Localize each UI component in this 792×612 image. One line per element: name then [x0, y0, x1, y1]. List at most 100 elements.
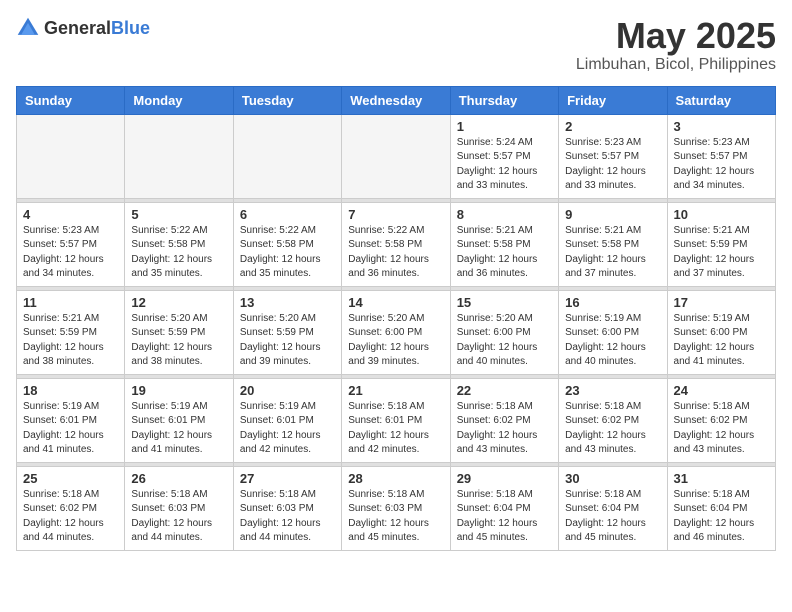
calendar-cell	[17, 114, 125, 198]
day-info: Sunrise: 5:24 AM Sunset: 5:57 PM Dayligh…	[457, 136, 552, 194]
day-number: 31	[674, 471, 769, 486]
calendar-header-row: SundayMondayTuesdayWednesdayThursdayFrid…	[17, 86, 776, 114]
calendar-cell: 10Sunrise: 5:21 AM Sunset: 5:59 PM Dayli…	[667, 202, 775, 286]
day-info: Sunrise: 5:20 AM Sunset: 6:00 PM Dayligh…	[457, 312, 552, 370]
calendar-cell: 8 Sunrise: 5:21 AM Sunset: 5:58 PM Daylig…	[450, 202, 558, 286]
calendar-cell: 28 Sunrise: 5:18 AM Sunset: 6:03 PM Dayli…	[342, 466, 450, 550]
location-title: Limbuhan, Bicol, Philippines	[576, 56, 776, 74]
calendar-cell: 17 Sunrise: 5:19 AM Sunset: 6:00 PM Dayli…	[667, 290, 775, 374]
day-info: Sunrise: 5:18 AM Sunset: 6:03 PM Dayligh…	[240, 488, 335, 546]
day-info: Sunrise: 5:19 AM Sunset: 6:00 PM Dayligh…	[674, 312, 769, 370]
day-number: 22	[457, 383, 552, 398]
calendar-cell: 31 Sunrise: 5:18 AM Sunset: 6:04 PM Dayli…	[667, 466, 775, 550]
day-number: 24	[674, 383, 769, 398]
calendar-cell: 1 Sunrise: 5:24 AM Sunset: 5:57 PM Daylig…	[450, 114, 558, 198]
day-number: 13	[240, 295, 335, 310]
calendar-day-header: Sunday	[17, 86, 125, 114]
calendar-cell: 27 Sunrise: 5:18 AM Sunset: 6:03 PM Dayli…	[233, 466, 341, 550]
calendar-cell: 14Sunrise: 5:20 AM Sunset: 6:00 PM Dayli…	[342, 290, 450, 374]
calendar-day-header: Thursday	[450, 86, 558, 114]
calendar-day-header: Saturday	[667, 86, 775, 114]
calendar-cell	[233, 114, 341, 198]
calendar-table: SundayMondayTuesdayWednesdayThursdayFrid…	[16, 86, 776, 551]
day-number: 11	[23, 295, 118, 310]
day-number: 3	[674, 119, 769, 134]
day-number: 23	[565, 383, 660, 398]
calendar-week-row: 4 Sunrise: 5:23 AM Sunset: 5:57 PM Daylig…	[17, 202, 776, 286]
day-info: Sunrise: 5:19 AM Sunset: 6:01 PM Dayligh…	[240, 400, 335, 458]
calendar-cell: 21 Sunrise: 5:18 AM Sunset: 6:01 PM Dayli…	[342, 378, 450, 462]
calendar-cell: 11 Sunrise: 5:21 AM Sunset: 5:59 PM Dayli…	[17, 290, 125, 374]
day-info: Sunrise: 5:18 AM Sunset: 6:02 PM Dayligh…	[23, 488, 118, 546]
day-info: Sunrise: 5:23 AM Sunset: 5:57 PM Dayligh…	[674, 136, 769, 194]
calendar-week-row: 25 Sunrise: 5:18 AM Sunset: 6:02 PM Dayli…	[17, 466, 776, 550]
calendar-cell: 5Sunrise: 5:22 AM Sunset: 5:58 PM Daylig…	[125, 202, 233, 286]
calendar-cell: 9Sunrise: 5:21 AM Sunset: 5:58 PM Daylig…	[559, 202, 667, 286]
day-number: 4	[23, 207, 118, 222]
calendar-cell: 3 Sunrise: 5:23 AM Sunset: 5:57 PM Daylig…	[667, 114, 775, 198]
day-info: Sunrise: 5:18 AM Sunset: 6:03 PM Dayligh…	[348, 488, 443, 546]
day-info: Sunrise: 5:18 AM Sunset: 6:04 PM Dayligh…	[457, 488, 552, 546]
calendar-cell: 24 Sunrise: 5:18 AM Sunset: 6:02 PM Dayli…	[667, 378, 775, 462]
calendar-week-row: 18 Sunrise: 5:19 AM Sunset: 6:01 PM Dayli…	[17, 378, 776, 462]
day-info: Sunrise: 5:18 AM Sunset: 6:02 PM Dayligh…	[674, 400, 769, 458]
logo-text-general: General	[44, 18, 111, 38]
calendar-cell: 18Sunrise: 5:19 AM Sunset: 6:01 PM Dayli…	[17, 378, 125, 462]
day-number: 18	[23, 383, 118, 398]
day-info: Sunrise: 5:19 AM Sunset: 6:00 PM Dayligh…	[565, 312, 660, 370]
calendar-cell: 26 Sunrise: 5:18 AM Sunset: 6:03 PM Dayli…	[125, 466, 233, 550]
day-info: Sunrise: 5:18 AM Sunset: 6:01 PM Dayligh…	[348, 400, 443, 458]
day-info: Sunrise: 5:22 AM Sunset: 5:58 PM Dayligh…	[131, 224, 226, 282]
day-number: 17	[674, 295, 769, 310]
title-block: May 2025 Limbuhan, Bicol, Philippines	[576, 16, 776, 74]
day-number: 27	[240, 471, 335, 486]
day-number: 19	[131, 383, 226, 398]
calendar-cell: 2Sunrise: 5:23 AM Sunset: 5:57 PM Daylig…	[559, 114, 667, 198]
day-info: Sunrise: 5:18 AM Sunset: 6:04 PM Dayligh…	[565, 488, 660, 546]
calendar-cell: 7Sunrise: 5:22 AM Sunset: 5:58 PM Daylig…	[342, 202, 450, 286]
day-info: Sunrise: 5:22 AM Sunset: 5:58 PM Dayligh…	[240, 224, 335, 282]
day-number: 9	[565, 207, 660, 222]
day-number: 6	[240, 207, 335, 222]
calendar-cell: 12 Sunrise: 5:20 AM Sunset: 5:59 PM Dayli…	[125, 290, 233, 374]
day-number: 30	[565, 471, 660, 486]
calendar-cell: 23 Sunrise: 5:18 AM Sunset: 6:02 PM Dayli…	[559, 378, 667, 462]
day-number: 29	[457, 471, 552, 486]
day-info: Sunrise: 5:18 AM Sunset: 6:04 PM Dayligh…	[674, 488, 769, 546]
day-info: Sunrise: 5:23 AM Sunset: 5:57 PM Dayligh…	[23, 224, 118, 282]
calendar-cell: 6 Sunrise: 5:22 AM Sunset: 5:58 PM Daylig…	[233, 202, 341, 286]
calendar-day-header: Tuesday	[233, 86, 341, 114]
calendar-week-row: 1 Sunrise: 5:24 AM Sunset: 5:57 PM Daylig…	[17, 114, 776, 198]
logo-icon	[16, 16, 40, 40]
calendar-cell: 29 Sunrise: 5:18 AM Sunset: 6:04 PM Dayli…	[450, 466, 558, 550]
day-info: Sunrise: 5:18 AM Sunset: 6:02 PM Dayligh…	[565, 400, 660, 458]
logo: GeneralBlue	[16, 16, 150, 40]
calendar-cell: 13Sunrise: 5:20 AM Sunset: 5:59 PM Dayli…	[233, 290, 341, 374]
page-header: GeneralBlue May 2025 Limbuhan, Bicol, Ph…	[16, 16, 776, 74]
day-number: 7	[348, 207, 443, 222]
calendar-week-row: 11 Sunrise: 5:21 AM Sunset: 5:59 PM Dayli…	[17, 290, 776, 374]
day-number: 8	[457, 207, 552, 222]
calendar-day-header: Friday	[559, 86, 667, 114]
calendar-cell: 15Sunrise: 5:20 AM Sunset: 6:00 PM Dayli…	[450, 290, 558, 374]
calendar-cell: 19Sunrise: 5:19 AM Sunset: 6:01 PM Dayli…	[125, 378, 233, 462]
day-info: Sunrise: 5:21 AM Sunset: 5:59 PM Dayligh…	[674, 224, 769, 282]
day-number: 14	[348, 295, 443, 310]
day-number: 21	[348, 383, 443, 398]
calendar-cell: 22Sunrise: 5:18 AM Sunset: 6:02 PM Dayli…	[450, 378, 558, 462]
month-title: May 2025	[576, 16, 776, 56]
day-number: 25	[23, 471, 118, 486]
day-number: 16	[565, 295, 660, 310]
day-number: 28	[348, 471, 443, 486]
day-info: Sunrise: 5:20 AM Sunset: 5:59 PM Dayligh…	[131, 312, 226, 370]
day-number: 2	[565, 119, 660, 134]
day-info: Sunrise: 5:18 AM Sunset: 6:03 PM Dayligh…	[131, 488, 226, 546]
logo-text-blue: Blue	[111, 18, 150, 38]
day-info: Sunrise: 5:21 AM Sunset: 5:59 PM Dayligh…	[23, 312, 118, 370]
day-number: 26	[131, 471, 226, 486]
day-info: Sunrise: 5:21 AM Sunset: 5:58 PM Dayligh…	[457, 224, 552, 282]
day-number: 1	[457, 119, 552, 134]
calendar-cell: 20 Sunrise: 5:19 AM Sunset: 6:01 PM Dayli…	[233, 378, 341, 462]
day-number: 12	[131, 295, 226, 310]
day-number: 20	[240, 383, 335, 398]
